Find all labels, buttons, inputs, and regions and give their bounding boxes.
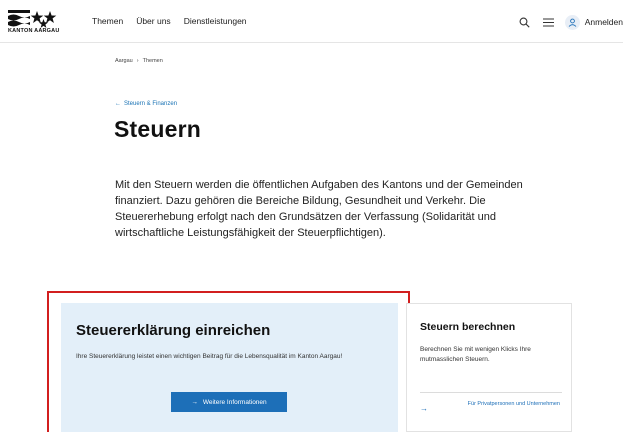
header-actions: Anmelden [517, 12, 623, 32]
logo-text: KANTON AARGAU [8, 28, 60, 34]
user-icon [564, 14, 580, 30]
back-link-label: Steuern & Finanzen [124, 101, 178, 107]
card-tax-return: Steuererklärung einreichen Ihre Steuerer… [61, 303, 398, 432]
card-tax-calculator: Steuern berechnen Berechnen Sie mit weni… [406, 303, 572, 432]
breadcrumb-item-aargau[interactable]: Aargau [115, 58, 133, 64]
search-icon[interactable] [517, 14, 533, 30]
more-info-button[interactable]: → Weitere Informationen [171, 392, 287, 412]
calculator-link[interactable]: Für Privatpersonen und Unternehmen [460, 401, 560, 408]
breadcrumb-item-themen[interactable]: Themen [143, 58, 163, 64]
nav-item-ueber-uns[interactable]: Über uns [136, 16, 171, 26]
divider [420, 392, 562, 393]
chevron-right-icon: › [136, 58, 139, 64]
menu-icon[interactable] [541, 14, 557, 30]
logo-mark [8, 10, 57, 28]
button-label: Weitere Informationen [202, 398, 267, 406]
card-title: Steuern berechnen [420, 321, 516, 333]
breadcrumb: Aargau › Themen [115, 58, 163, 64]
nav-item-dienstleistungen[interactable]: Dienstleistungen [184, 16, 247, 26]
kanton-aargau-logo[interactable]: KANTON AARGAU [8, 8, 66, 36]
nav-item-themen[interactable]: Themen [92, 16, 123, 26]
intro-text: Mit den Steuern werden die öffentlichen … [115, 179, 523, 239]
arrow-right-icon[interactable]: → [420, 404, 428, 413]
site-header: KANTON AARGAU Themen Über uns Dienstleis… [0, 0, 623, 43]
arrow-right-icon: → [191, 398, 198, 406]
login-button[interactable]: Anmelden [564, 14, 623, 30]
page-title: Steuern [114, 116, 202, 142]
card-description: Berechnen Sie mit wenigen Klicks Ihre mu… [420, 346, 531, 363]
main-nav: Themen Über uns Dienstleistungen [92, 16, 247, 26]
card-title: Steuererklärung einreichen [76, 322, 271, 339]
back-link[interactable]: ← Steuern & Finanzen [115, 101, 177, 107]
arrow-left-icon: ← [115, 101, 121, 107]
card-description: Ihre Steuererklärung leistet einen wicht… [76, 353, 343, 360]
login-label: Anmelden [584, 17, 623, 27]
